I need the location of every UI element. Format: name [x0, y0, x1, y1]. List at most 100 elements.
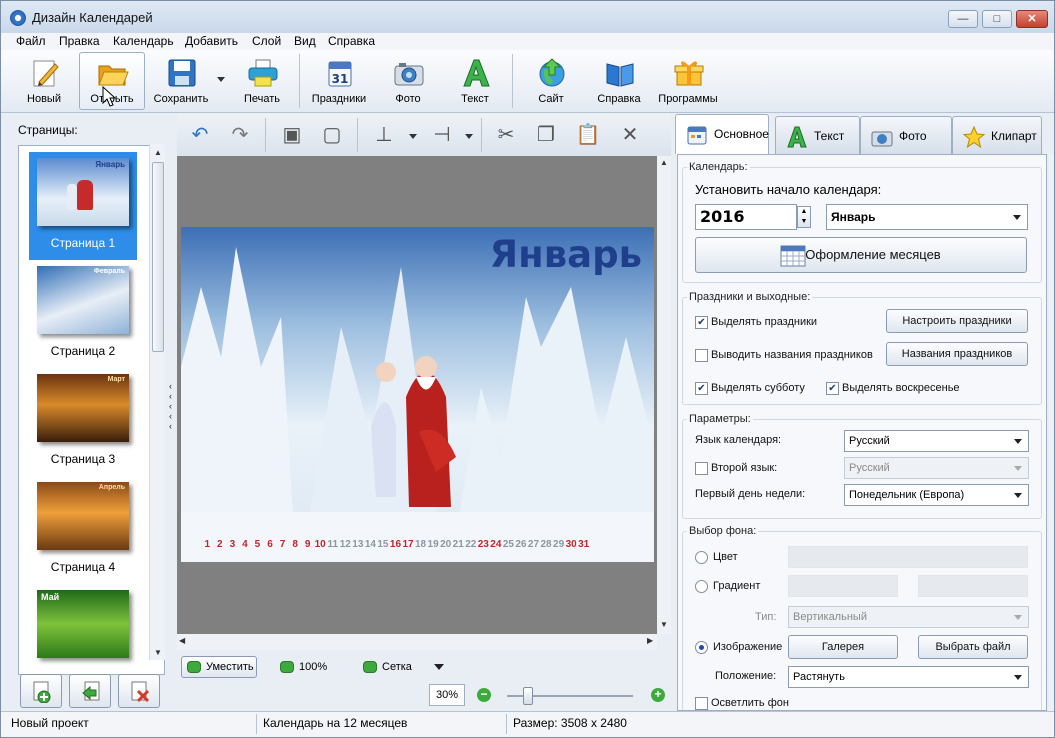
zoom-slider-handle[interactable]: [523, 687, 533, 705]
background-image-radio[interactable]: [695, 641, 708, 654]
close-button[interactable]: ✕: [1016, 10, 1048, 28]
scroll-down-icon[interactable]: ▼: [660, 620, 668, 629]
page-thumbnail-5[interactable]: Май: [29, 584, 137, 674]
delete-page-button[interactable]: [118, 674, 160, 708]
calendar-day-number: 30: [565, 539, 577, 550]
tab-clipart[interactable]: Клипарт: [952, 116, 1042, 154]
gift-box-icon: [674, 61, 704, 86]
highlight-holidays-checkbox[interactable]: ✔: [695, 316, 708, 329]
page-thumbnail-image: Май: [37, 590, 129, 658]
copy-icon[interactable]: ❐: [533, 122, 559, 148]
gradient-color-1-field[interactable]: [788, 575, 898, 597]
menu-calendar[interactable]: Календарь: [113, 34, 174, 48]
zoom-in-icon[interactable]: +: [651, 688, 665, 702]
page-thumbnail-2[interactable]: Февраль Страница 2: [29, 260, 137, 368]
second-language-select[interactable]: Русский: [844, 457, 1029, 479]
holidays-button[interactable]: 31 Праздники: [306, 52, 372, 110]
holiday-names-button[interactable]: Названия праздников: [886, 342, 1028, 366]
help-button[interactable]: Справка: [586, 52, 652, 110]
align-dropdown-arrow-icon[interactable]: [409, 134, 417, 139]
delete-x-icon[interactable]: ✕: [617, 122, 643, 148]
distribute-dropdown-arrow-icon[interactable]: [465, 134, 473, 139]
lighten-background-label: Осветлить фон: [711, 697, 789, 709]
align-center-icon[interactable]: ⊥: [371, 122, 397, 148]
color-picker-field[interactable]: [788, 546, 1028, 568]
import-page-button[interactable]: [69, 674, 111, 708]
tab-main[interactable]: Основное: [675, 114, 769, 154]
scrollbar-thumb[interactable]: [152, 162, 164, 352]
page-thumbnail-4[interactable]: Апрель Страница 4: [29, 476, 137, 584]
zoom-bar: Уместить 100% Сетка 30% − +: [177, 650, 671, 711]
fit-button[interactable]: Уместить: [181, 656, 257, 678]
scroll-right-icon[interactable]: ▶: [647, 636, 653, 645]
highlight-sunday-checkbox[interactable]: ✔: [826, 382, 839, 395]
show-holiday-names-checkbox[interactable]: [695, 349, 708, 362]
zoom-out-icon[interactable]: −: [477, 688, 491, 702]
grid-dropdown-arrow-icon[interactable]: [434, 664, 444, 670]
canvas-vertical-scrollbar[interactable]: ▲ ▼: [657, 156, 671, 634]
zoom-value-field[interactable]: 30%: [429, 684, 465, 706]
scroll-down-icon[interactable]: ▼: [154, 648, 162, 657]
save-dropdown-arrow-icon[interactable]: [217, 77, 227, 83]
redo-icon[interactable]: ↷: [227, 122, 253, 148]
site-button[interactable]: Сайт: [518, 52, 584, 110]
gradient-color-2-field[interactable]: [918, 575, 1028, 597]
add-page-button[interactable]: [20, 674, 62, 708]
open-folder-icon: [98, 65, 129, 86]
minimize-button[interactable]: —: [948, 10, 978, 28]
menu-help[interactable]: Справка: [328, 34, 375, 48]
month-select[interactable]: Январь: [826, 204, 1028, 230]
maximize-button[interactable]: □: [982, 10, 1012, 28]
scroll-up-icon[interactable]: ▲: [660, 158, 668, 167]
scroll-left-icon[interactable]: ◀: [179, 636, 185, 645]
second-language-checkbox[interactable]: [695, 462, 708, 475]
choose-file-button[interactable]: Выбрать файл: [918, 635, 1028, 659]
scroll-up-icon[interactable]: ▲: [154, 148, 162, 157]
position-select-value: Растянуть: [793, 671, 845, 683]
save-button[interactable]: Сохранить: [148, 52, 214, 110]
grid-button[interactable]: Сетка: [357, 656, 417, 678]
menu-file[interactable]: Файл: [16, 34, 46, 48]
background-color-radio[interactable]: [695, 551, 708, 564]
new-button[interactable]: Новый: [11, 52, 77, 110]
panel-scrollbar[interactable]: [1049, 154, 1054, 711]
bring-forward-icon[interactable]: ▣: [279, 122, 305, 148]
panel-collapse-icon[interactable]: ‹ ‹ ‹ ‹ ‹: [169, 381, 177, 441]
language-select[interactable]: Русский: [844, 430, 1029, 452]
cut-scissors-icon[interactable]: ✂: [493, 122, 519, 148]
menu-edit[interactable]: Правка: [59, 34, 100, 48]
align-right-icon[interactable]: ⊣: [429, 122, 455, 148]
gallery-button[interactable]: Галерея: [788, 635, 898, 659]
photo-button[interactable]: Фото: [375, 52, 441, 110]
globe-icon: [539, 58, 565, 87]
paste-icon[interactable]: 📋: [575, 122, 601, 148]
first-day-select[interactable]: Понедельник (Европа): [844, 484, 1029, 506]
months-design-button[interactable]: Оформление месяцев: [695, 237, 1027, 273]
calendar-page-preview[interactable]: Январь 1 2 3 4 5 6 7 8 9 10 11 12131415161718192021…: [181, 227, 654, 562]
year-spinner-field[interactable]: 2016: [695, 204, 797, 230]
lighten-background-checkbox[interactable]: [695, 697, 708, 710]
background-gradient-radio[interactable]: [695, 580, 708, 593]
tab-photo[interactable]: Фото: [860, 116, 952, 154]
year-stepper-icon[interactable]: ▲ ▼: [797, 206, 811, 228]
highlight-saturday-checkbox[interactable]: ✔: [695, 382, 708, 395]
calendar-day-number: 24: [490, 539, 502, 550]
text-button[interactable]: Текст: [442, 52, 508, 110]
menu-view[interactable]: Вид: [294, 34, 316, 48]
page-thumbnail-1[interactable]: Январь Страница 1: [29, 152, 137, 260]
thumbnail-scrollbar[interactable]: ▲ ▼: [149, 144, 165, 660]
menu-layer[interactable]: Слой: [252, 34, 281, 48]
menu-add[interactable]: Добавить: [185, 34, 238, 48]
gradient-type-select[interactable]: Вертикальный: [788, 606, 1029, 628]
position-select[interactable]: Растянуть: [788, 666, 1029, 688]
send-backward-icon[interactable]: ▢: [319, 122, 345, 148]
save-label: Сохранить: [153, 93, 209, 105]
zoom-100-button[interactable]: 100%: [274, 656, 340, 678]
configure-holidays-button[interactable]: Настроить праздники: [886, 309, 1028, 333]
print-button[interactable]: Печать: [229, 52, 295, 110]
tab-text[interactable]: Текст: [775, 116, 860, 154]
programs-button[interactable]: Программы: [653, 52, 723, 110]
page-thumbnail-3[interactable]: Март Страница 3: [29, 368, 137, 476]
canvas-horizontal-scrollbar[interactable]: ◀ ▶: [177, 634, 657, 650]
undo-icon[interactable]: ↶: [187, 122, 213, 148]
